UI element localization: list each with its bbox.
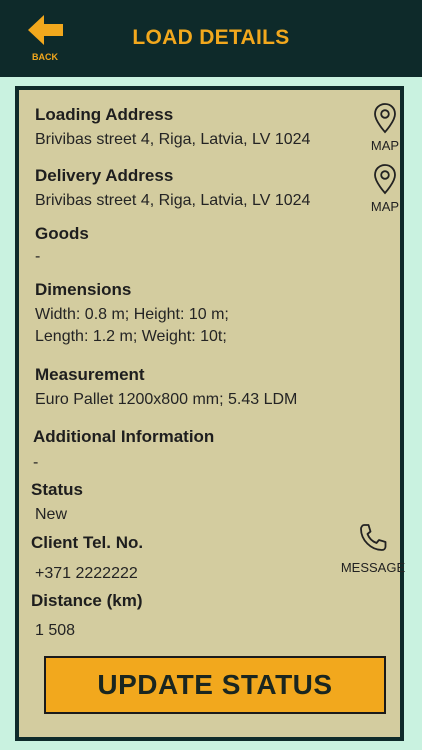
additional-info-label: Additional Information [33,427,215,446]
loading-map-button[interactable]: MAP [365,102,405,156]
delivery-map-button[interactable]: MAP [365,163,405,217]
map-pin-icon [374,164,396,195]
phone-icon [360,524,387,551]
back-label: BACK [32,52,58,62]
dimensions-line-2: Length: 1.2 m; Weight: 10t; [35,328,227,345]
goods-label: Goods [35,224,89,243]
measurement-label: Measurement [35,365,145,384]
page-title: LOAD DETAILS [132,26,290,49]
loading-map-label: MAP [370,138,400,153]
dimensions-line-1: Width: 0.8 m; Height: 10 m; [35,306,229,323]
message-button[interactable]: MESSAGE [337,522,409,578]
delivery-map-label: MAP [370,199,400,214]
load-details-card: Loading Address Brivibas street 4, Riga,… [15,86,405,741]
update-status-button[interactable]: UPDATE STATUS [44,656,386,714]
distance-label: Distance (km) [31,591,143,610]
status-label: Status [31,480,83,499]
delivery-address-label: Delivery Address [35,166,174,185]
delivery-address-value: Brivibas street 4, Riga, Latvia, LV 1024 [35,192,311,209]
loading-address-value: Brivibas street 4, Riga, Latvia, LV 1024 [35,131,311,148]
app-header: BACK LOAD DETAILS [0,0,422,77]
client-tel-value[interactable]: +371 2222222 [35,565,138,583]
measurement-value: Euro Pallet 1200x800 mm; 5.43 LDM [35,391,298,408]
distance-value: 1 508 [35,622,76,639]
loading-address-label: Loading Address [35,105,174,124]
dimensions-label: Dimensions [35,280,132,299]
additional-info-value: - [33,454,39,471]
goods-value: - [35,248,41,265]
map-pin-icon [374,103,396,134]
client-tel-label: Client Tel. No. [31,533,144,552]
message-label: MESSAGE [340,560,406,575]
status-value: New [35,506,68,523]
